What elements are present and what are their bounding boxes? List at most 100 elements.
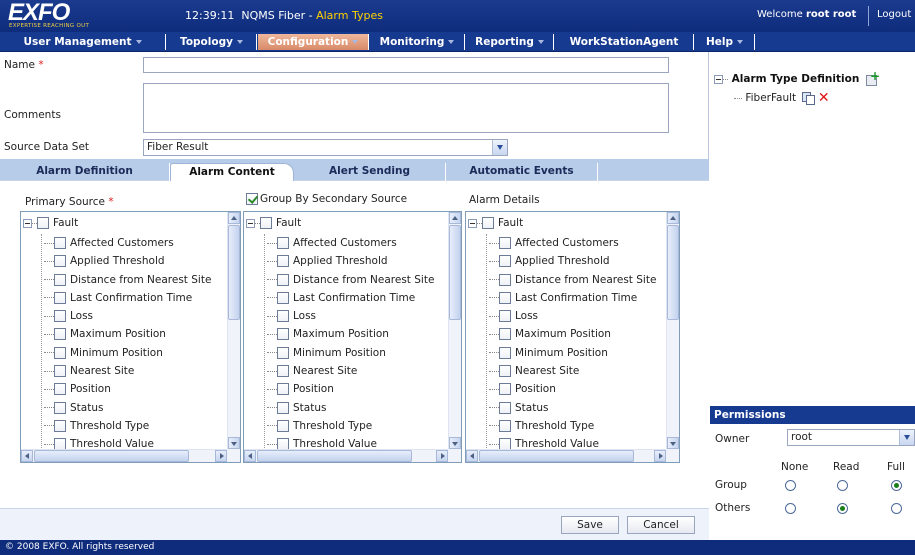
delete-icon[interactable]: ✕ <box>818 91 830 105</box>
fault-checkbox[interactable] <box>260 217 272 229</box>
tree-item[interactable]: Position <box>487 380 656 398</box>
tree-item-checkbox[interactable] <box>54 310 66 323</box>
tree-item[interactable]: Threshold Type <box>42 417 211 435</box>
group-none-radio[interactable] <box>785 480 796 491</box>
scroll-up-icon[interactable] <box>228 212 240 224</box>
tree-item-checkbox[interactable] <box>54 328 66 341</box>
tree-item-checkbox[interactable] <box>277 365 289 378</box>
logout-link[interactable]: Logout <box>877 9 911 20</box>
tab-alert-sending[interactable]: Alert Sending <box>294 163 446 181</box>
tree-item[interactable]: Minimum Position <box>42 344 211 362</box>
tree-item-checkbox[interactable] <box>499 255 511 268</box>
tree-item[interactable]: Maximum Position <box>42 325 211 343</box>
tree-item-checkbox[interactable] <box>499 346 511 359</box>
scroll-right-icon[interactable] <box>436 450 448 462</box>
tree-item[interactable]: Status <box>487 399 656 417</box>
copy-icon[interactable] <box>801 92 815 105</box>
tree-item[interactable]: Minimum Position <box>487 344 656 362</box>
tree-item-checkbox[interactable] <box>54 383 66 396</box>
scroll-left-icon[interactable] <box>21 450 33 462</box>
nav-reporting[interactable]: Reporting <box>466 34 554 50</box>
collapse-icon[interactable] <box>714 74 723 84</box>
tree-item[interactable]: Threshold Value <box>487 435 656 449</box>
tree-item[interactable]: Last Confirmation Time <box>487 289 656 307</box>
vertical-scrollbar[interactable] <box>666 212 679 449</box>
tree-item-checkbox[interactable] <box>54 365 66 378</box>
chevron-down-icon[interactable] <box>899 430 914 445</box>
tree-item-checkbox[interactable] <box>277 419 289 432</box>
scroll-thumb[interactable] <box>34 450 189 462</box>
horizontal-scrollbar[interactable] <box>466 449 666 462</box>
scroll-thumb[interactable] <box>449 225 461 320</box>
tree-item[interactable]: Position <box>42 380 211 398</box>
collapse-icon[interactable] <box>23 218 32 228</box>
tree-item-checkbox[interactable] <box>54 273 66 286</box>
nav-user-management[interactable]: User Management <box>0 34 166 50</box>
tree-item[interactable]: Threshold Type <box>487 417 656 435</box>
horizontal-scrollbar[interactable] <box>21 449 227 462</box>
tree-item-checkbox[interactable] <box>499 237 511 249</box>
tree-item[interactable]: Nearest Site <box>487 362 656 380</box>
tree-item-checkbox[interactable] <box>499 273 511 286</box>
collapse-icon[interactable] <box>468 218 477 228</box>
tree-item[interactable]: Last Confirmation Time <box>42 289 211 307</box>
chevron-down-icon[interactable] <box>492 140 507 155</box>
tab-alarm-content[interactable]: Alarm Content <box>170 163 294 182</box>
comments-textarea[interactable] <box>143 83 669 133</box>
scroll-down-icon[interactable] <box>449 437 461 449</box>
scroll-right-icon[interactable] <box>215 450 227 462</box>
tree-item[interactable]: Position <box>265 380 434 398</box>
tree-item-checkbox[interactable] <box>54 291 66 304</box>
tree-item-checkbox[interactable] <box>54 419 66 432</box>
tree-item[interactable]: Nearest Site <box>42 362 211 380</box>
tree-item-checkbox[interactable] <box>499 419 511 432</box>
scroll-right-icon[interactable] <box>654 450 666 462</box>
tree-item-checkbox[interactable] <box>54 438 66 449</box>
tree-item[interactable]: Applied Threshold <box>265 252 434 270</box>
group-by-checkbox[interactable] <box>246 193 258 205</box>
tree-item-checkbox[interactable] <box>277 310 289 323</box>
tree-item[interactable]: Last Confirmation Time <box>265 289 434 307</box>
cancel-button[interactable]: Cancel <box>627 516 695 534</box>
tree-item-checkbox[interactable] <box>499 291 511 304</box>
nav-configuration[interactable]: Configuration <box>258 34 369 50</box>
tree-item[interactable]: Nearest Site <box>265 362 434 380</box>
tree-item-checkbox[interactable] <box>277 346 289 359</box>
tree-item-checkbox[interactable] <box>54 401 66 414</box>
vertical-scrollbar[interactable] <box>227 212 240 449</box>
others-none-radio[interactable] <box>785 503 796 514</box>
tree-item[interactable]: Loss <box>42 307 211 325</box>
nav-workstationagent[interactable]: WorkStationAgent <box>555 34 694 50</box>
scroll-up-icon[interactable] <box>449 212 461 224</box>
tree-item[interactable]: Affected Customers <box>487 234 656 252</box>
tree-item-checkbox[interactable] <box>277 438 289 449</box>
group-by-secondary[interactable]: Group By Secondary Source <box>246 193 407 205</box>
tree-item[interactable]: Loss <box>487 307 656 325</box>
tree-item-checkbox[interactable] <box>499 328 511 341</box>
fault-checkbox[interactable] <box>37 217 49 229</box>
collapse-icon[interactable] <box>246 218 255 228</box>
tree-item-checkbox[interactable] <box>277 255 289 268</box>
group-read-radio[interactable] <box>837 480 848 491</box>
scroll-thumb[interactable] <box>667 225 679 320</box>
others-read-radio[interactable] <box>837 503 848 514</box>
tree-item[interactable]: Distance from Nearest Site <box>265 271 434 289</box>
tree-item-checkbox[interactable] <box>277 328 289 341</box>
nav-help[interactable]: Help <box>695 34 755 50</box>
tree-item[interactable]: Affected Customers <box>265 234 434 252</box>
nav-topology[interactable]: Topology <box>167 34 257 50</box>
owner-select[interactable]: root <box>787 429 915 446</box>
tree-item-checkbox[interactable] <box>499 383 511 396</box>
tree-item-checkbox[interactable] <box>499 365 511 378</box>
tab-alarm-definition[interactable]: Alarm Definition <box>0 163 170 181</box>
scroll-up-icon[interactable] <box>667 212 679 224</box>
tree-item[interactable]: Applied Threshold <box>42 252 211 270</box>
scroll-left-icon[interactable] <box>466 450 478 462</box>
alarm-type-definition-node[interactable]: Alarm Type Definition <box>714 69 880 86</box>
tree-item-checkbox[interactable] <box>277 291 289 304</box>
vertical-scrollbar[interactable] <box>448 212 461 449</box>
nav-monitoring[interactable]: Monitoring <box>370 34 465 50</box>
tree-item[interactable]: Threshold Value <box>265 435 434 449</box>
fiberfault-node[interactable]: FiberFault ✕ <box>734 91 830 105</box>
tree-item-checkbox[interactable] <box>499 401 511 414</box>
